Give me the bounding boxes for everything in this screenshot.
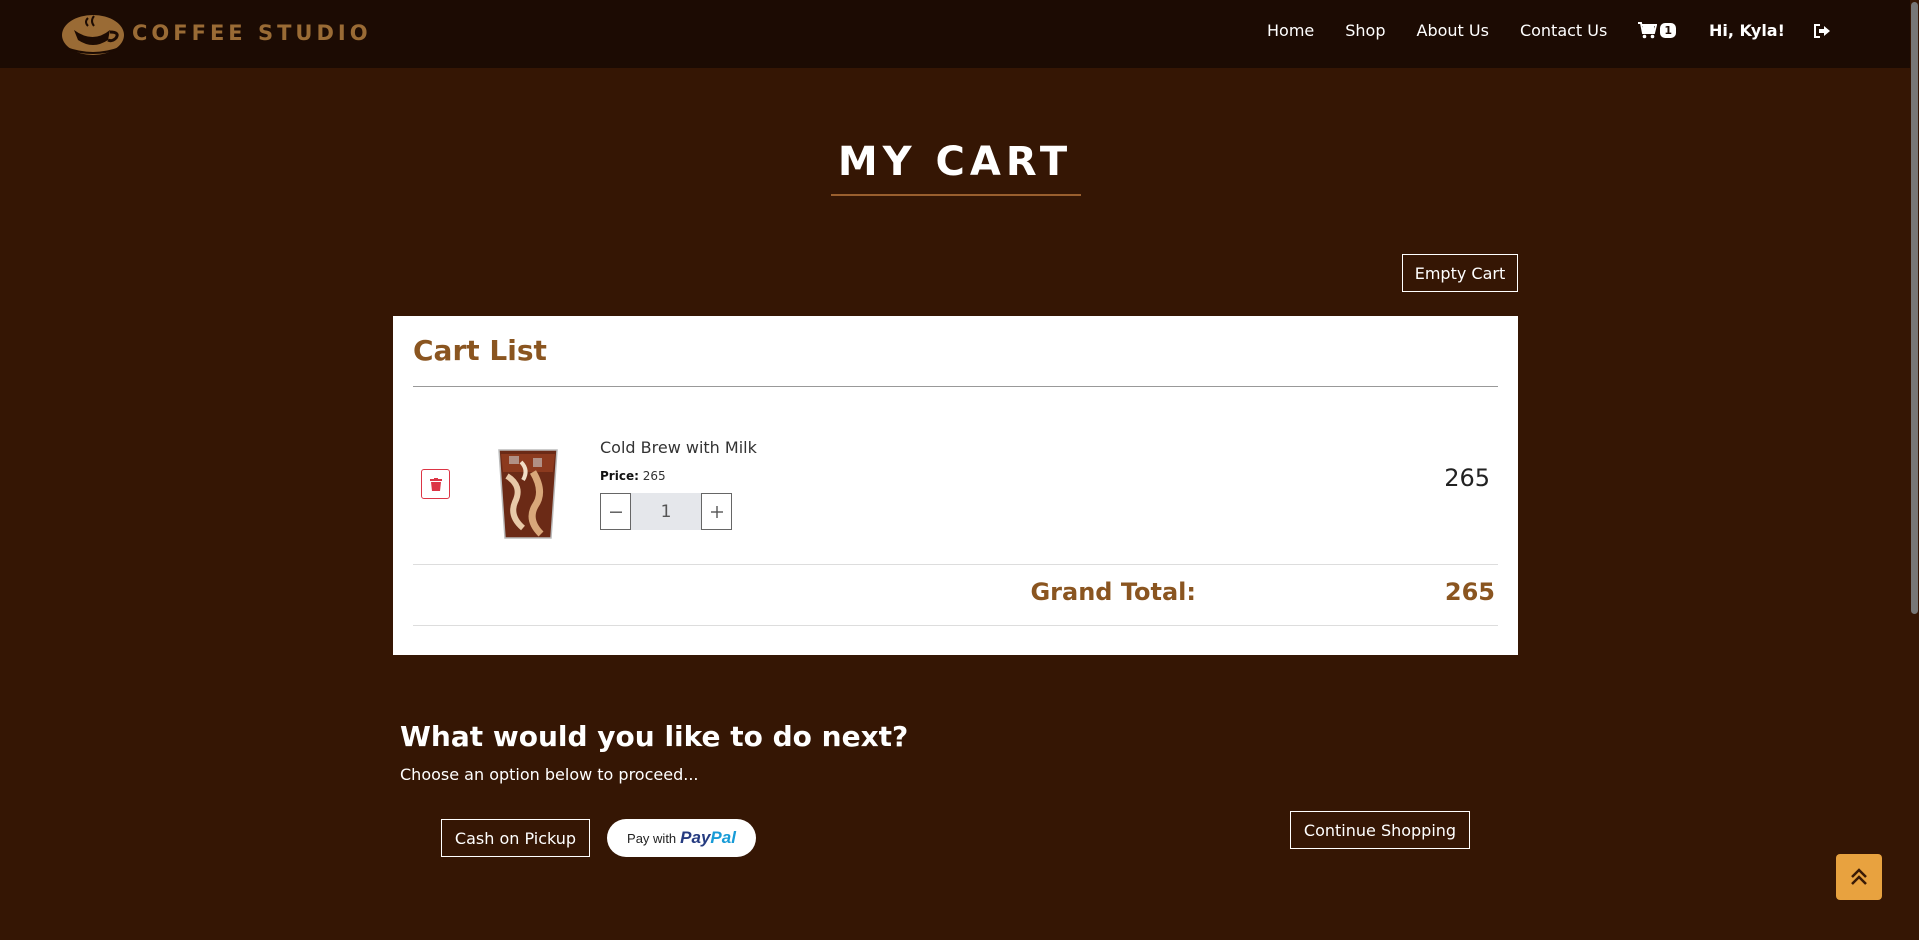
increase-quantity-button[interactable] [701, 493, 732, 530]
cash-on-pickup-button[interactable]: Cash on Pickup [441, 819, 590, 857]
grand-total-value: 265 [1444, 578, 1495, 606]
scrollbar-thumb[interactable] [1911, 2, 1918, 614]
brand-name: COFFEE STUDIO [132, 21, 372, 45]
nav-about-us[interactable]: About Us [1417, 21, 1489, 40]
decrease-quantity-button[interactable] [600, 493, 631, 530]
nav-cart[interactable]: 1 [1638, 22, 1676, 39]
paypal-button[interactable]: Pay with Pay Pal [607, 819, 756, 857]
grand-total-label: Grand Total: [1030, 578, 1196, 606]
nav-home[interactable]: Home [1267, 21, 1314, 40]
trash-icon [429, 477, 442, 491]
nav-contact-us[interactable]: Contact Us [1520, 21, 1607, 40]
divider [413, 564, 1498, 565]
paypal-prefix: Pay with [627, 830, 677, 846]
divider [413, 625, 1498, 626]
divider [413, 386, 1498, 387]
page-title: MY CART [837, 139, 1073, 185]
quantity-stepper [600, 493, 732, 530]
plus-icon [710, 505, 723, 518]
cart-list-title: Cart List [413, 334, 547, 367]
product-image [498, 449, 558, 539]
scrollbar[interactable] [1910, 0, 1919, 940]
logout-icon[interactable] [1813, 23, 1831, 39]
remove-item-button[interactable] [421, 469, 450, 499]
coffee-cup-logo-icon [62, 15, 124, 55]
scroll-to-top-button[interactable] [1836, 854, 1882, 900]
empty-cart-button[interactable]: Empty Cart [1402, 254, 1518, 292]
double-chevron-up-icon [1851, 868, 1867, 885]
paypal-logo-pay: Pay [680, 828, 711, 847]
price-label: Price: [600, 469, 639, 483]
navbar: COFFEE STUDIO Home Shop About Us Contact… [0, 0, 1919, 68]
continue-shopping-button[interactable]: Continue Shopping [1290, 811, 1470, 849]
title-underline [831, 194, 1081, 196]
unit-price: 265 [642, 469, 666, 483]
cart-panel: Cart List Cold Brew with Milk Price: 265 [393, 316, 1518, 655]
user-greeting[interactable]: Hi, Kyla! [1709, 21, 1785, 40]
minus-icon [609, 511, 622, 513]
nav-links: Home Shop About Us Contact Us 1 Hi, Kyla… [1267, 21, 1831, 40]
next-steps-heading: What would you like to do next? [400, 720, 909, 753]
product-name: Cold Brew with Milk [600, 438, 757, 457]
cart-icon [1638, 22, 1658, 39]
next-steps-subtext: Choose an option below to proceed... [400, 765, 699, 784]
paypal-logo-pal: Pal [710, 828, 736, 847]
nav-shop[interactable]: Shop [1345, 21, 1385, 40]
item-line-total: 265 [1444, 464, 1490, 492]
price-line: Price: 265 [600, 469, 666, 483]
quantity-input[interactable] [631, 493, 701, 530]
cart-count-badge: 1 [1660, 23, 1676, 38]
brand[interactable]: COFFEE STUDIO [60, 10, 372, 56]
